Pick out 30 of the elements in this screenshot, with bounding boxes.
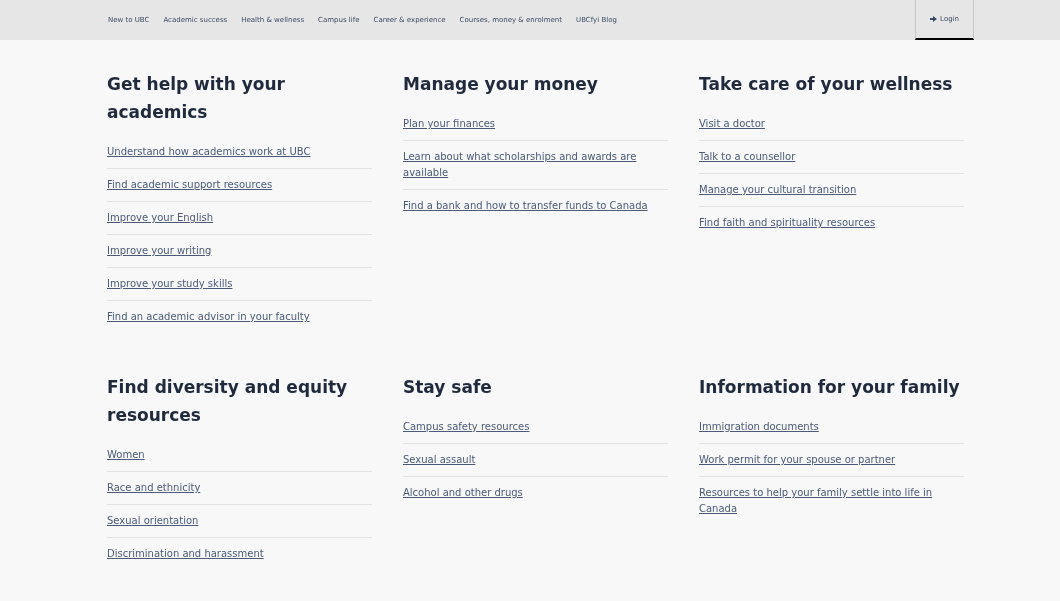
resource-link[interactable]: Race and ethnicity [107, 472, 372, 505]
resource-link[interactable]: Find a bank and how to transfer funds to Canada [403, 190, 668, 222]
section-heading: Stay safe [403, 376, 493, 399]
resource-link[interactable]: Sexual assault [403, 444, 668, 477]
resource-link[interactable]: Talk to a counsellor [699, 141, 964, 174]
resource-link[interactable]: Improve your writing [107, 235, 372, 268]
resource-link[interactable]: Find academic support resources [107, 169, 372, 202]
resource-link[interactable]: Plan your finances [403, 108, 668, 141]
resource-link[interactable]: Find faith and spirituality resources [699, 207, 964, 239]
resource-link[interactable]: Visit a doctor [699, 108, 964, 141]
resource-link[interactable]: Sexual orientation [107, 505, 372, 538]
section-heading: Information for your family [699, 376, 961, 399]
section-heading: Take care of your wellness [699, 73, 954, 96]
section-heading: Manage your money [403, 73, 599, 96]
section-heading: Find diversity and equity resources [107, 376, 349, 427]
login-icon [930, 16, 938, 22]
resource-link[interactable]: Improve your English [107, 202, 372, 235]
resource-link[interactable]: Discrimination and harassment [107, 538, 372, 570]
resource-link[interactable]: Manage your cultural transition [699, 174, 964, 207]
section-heading: Get help with your academics [107, 73, 286, 124]
resource-link[interactable]: Immigration documents [699, 411, 964, 444]
resource-link[interactable]: Women [107, 439, 372, 472]
resource-link[interactable]: Improve your study skills [107, 268, 372, 301]
resource-link[interactable]: Understand how academics work at UBC [107, 136, 372, 169]
resource-link[interactable]: Learn about what scholarships and awards are available [403, 141, 668, 190]
resource-link[interactable]: Work permit for your spouse or partner [699, 444, 964, 477]
resource-link[interactable]: Find an academic advisor in your faculty [107, 301, 372, 333]
resource-link[interactable]: Alcohol and other drugs [403, 477, 668, 509]
resource-link[interactable]: Campus safety resources [403, 411, 668, 444]
resource-link[interactable]: Resources to help your family settle into life in Canada [699, 477, 964, 525]
